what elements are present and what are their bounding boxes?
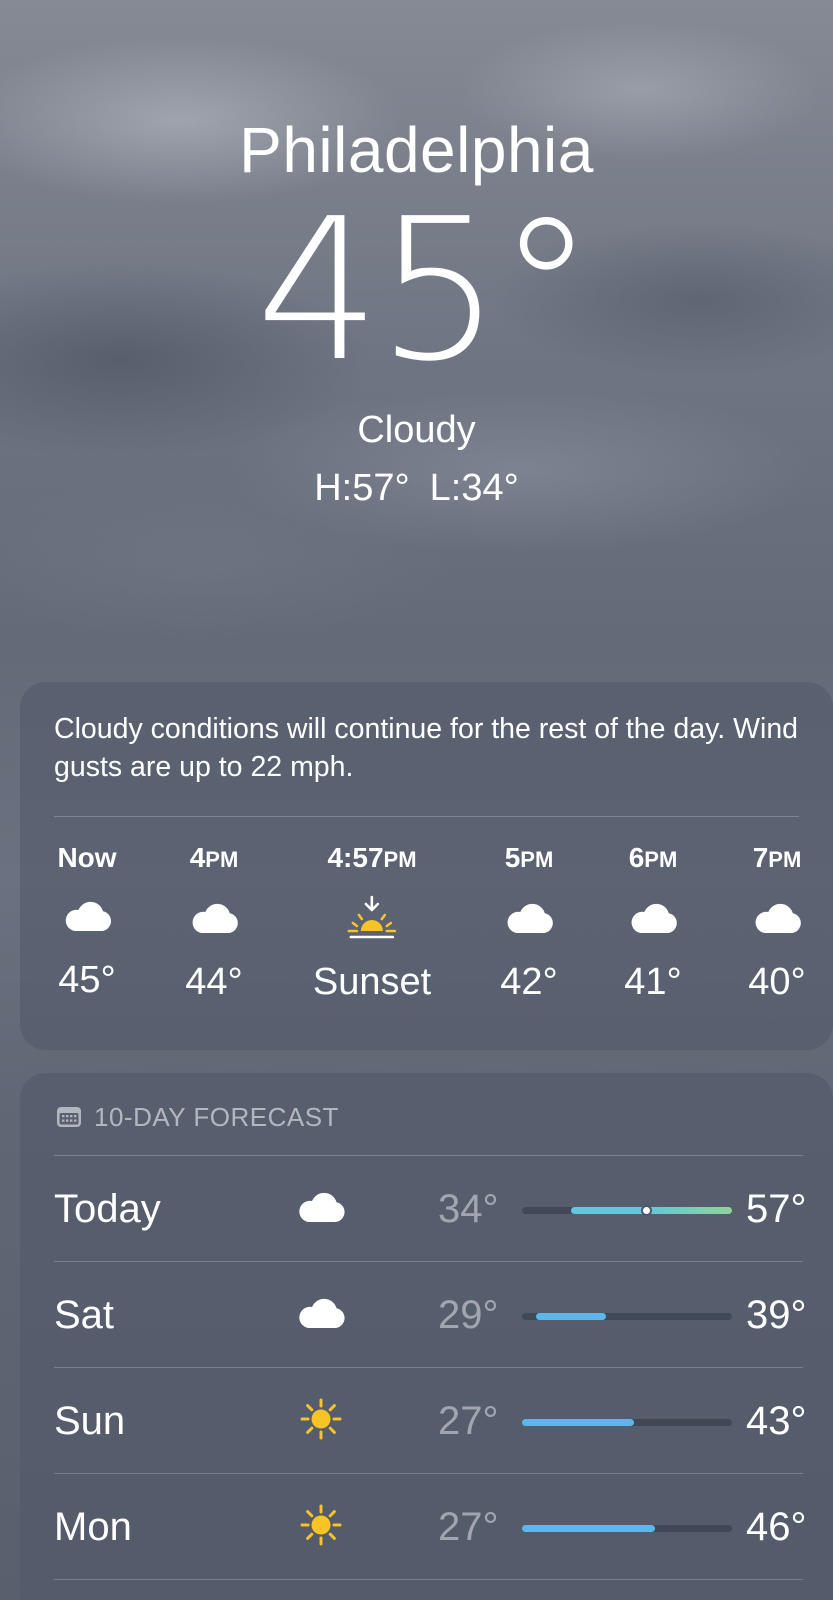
hour-column: Now 45° [57,841,116,1003]
cloud-icon [631,903,677,933]
forecast-list: Today 34° 57° Sat 29° 39° Sun 27° 43° Mon 27° 4… [54,1155,807,1580]
sun-icon [300,1504,342,1546]
hour-temperature: 45° [58,959,116,1001]
temperature-range-bar [522,1205,732,1216]
high-low: H:57° L:34° [0,464,833,512]
forecast-day: Mon [54,1505,132,1549]
temperature-range-bar [522,1525,732,1532]
hour-column: 6PM 41° [624,841,681,1005]
hourly-strip[interactable]: Now 45° 4PM 44° 4:57PM Sunset 5PM 42° 6PM 41… [20,817,833,1037]
hour-column: 7PM 40° [748,841,805,1005]
cloud-icon [507,903,553,933]
hour-time: 4PM [189,842,239,873]
hour-icon [185,895,242,941]
forecast-icon [286,1394,356,1444]
hour-icon [500,895,557,941]
ten-day-forecast-card[interactable]: 10-DAY FORECAST Today 34° 57° Sat 29° 39° Su… [20,1073,833,1600]
hour-time: 6PM [628,842,678,873]
cloud-icon [755,903,801,933]
hour-time: 4:57PM [327,842,417,873]
cloud-icon [299,1298,345,1328]
forecast-high: 43° [746,1399,807,1443]
forecast-row[interactable]: Today 34° 57° [54,1156,807,1262]
hour-time: Now [57,842,117,873]
cloud-icon [192,903,238,933]
calendar-icon [57,1107,81,1127]
forecast-row[interactable]: Sun 27° 43° [54,1368,807,1474]
forecast-high: 39° [746,1293,807,1337]
forecast-title: 10-DAY FORECAST [94,1101,339,1132]
temperature-range-fill [522,1525,655,1532]
high-temp: H:57° [314,467,410,509]
temperature-range-bar [522,1419,732,1426]
hour-column: 4PM 44° [185,841,242,1005]
forecast-low: 34° [438,1187,499,1231]
hour-temperature: 42° [500,961,558,1003]
cloud-icon [299,1192,345,1222]
forecast-icon [286,1288,356,1338]
hour-icon [57,893,116,939]
hour-icon [313,895,431,941]
sun-icon [300,1398,342,1440]
hour-temperature: 40° [748,961,806,1003]
temperature-range-fill [536,1313,606,1320]
forecast-low: 27° [438,1505,499,1549]
forecast-low: 27° [438,1399,499,1443]
forecast-day: Sat [54,1293,115,1337]
current-conditions: Philadelphia 45° Cloudy H:57° L:34° [0,110,833,512]
temperature-range-fill [522,1419,634,1426]
sunset-icon [347,895,397,939]
forecast-row[interactable]: Sat 29° 39° [54,1262,807,1368]
hour-temperature: Sunset [312,961,432,1003]
forecast-icon [286,1182,356,1232]
current-temperature-dot [641,1205,652,1216]
temperature-range-bar [522,1313,732,1320]
hour-column: 5PM 42° [500,841,557,1005]
weather-summary: Cloudy conditions will continue for the … [54,710,799,817]
forecast-header: 10-DAY FORECAST [56,1099,833,1135]
hour-column: 4:57PM Sunset [313,841,431,1005]
hour-temperature: 41° [624,961,682,1003]
forecast-high: 46° [746,1505,807,1549]
forecast-day: Today [54,1187,161,1231]
hour-time: 7PM [752,842,802,873]
forecast-high: 57° [746,1187,807,1231]
hour-icon [748,895,805,941]
current-temperature: 45° [255,177,595,405]
forecast-low: 29° [438,1293,499,1337]
hour-time: 5PM [504,842,554,873]
hour-temperature: 44° [185,961,243,1003]
condition-label: Cloudy [357,409,476,451]
forecast-icon [286,1500,356,1550]
low-temp: L:34° [429,467,519,509]
hourly-forecast-card[interactable]: Cloudy conditions will continue for the … [20,682,833,1050]
hour-icon [624,895,681,941]
forecast-day: Sun [54,1399,126,1443]
cloud-icon [65,901,111,931]
forecast-row[interactable]: Mon 27° 46° [54,1474,807,1580]
